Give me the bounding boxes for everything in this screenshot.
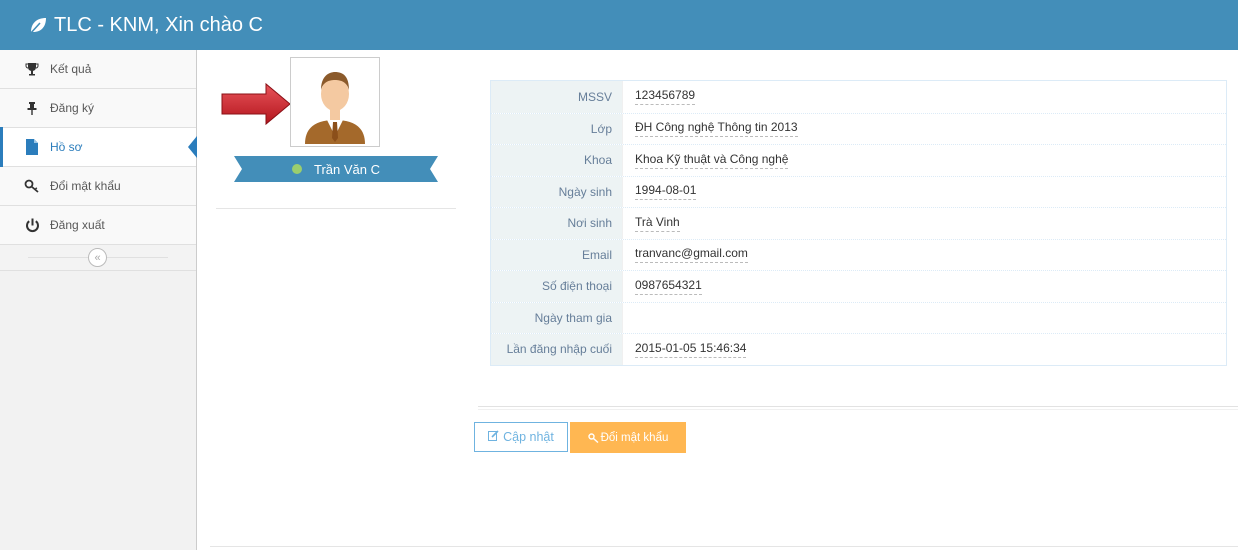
update-button[interactable]: Cập nhật xyxy=(474,422,568,452)
double-chevron-left-icon[interactable]: « xyxy=(88,248,107,267)
info-row-lan-dang-nhap-cuoi: Lần đăng nhập cuối 2015-01-05 15:46:34 xyxy=(491,333,1226,365)
change-password-button[interactable]: Đổi mật khẩu xyxy=(570,422,686,453)
sidebar-item-label: Đăng xuất xyxy=(50,218,105,232)
info-label: Email xyxy=(491,239,623,270)
main-content: Trần Văn C MSSV 123456789 Lớp ĐH Công ng… xyxy=(198,50,1238,550)
sidebar-item-label: Đổi mật khẩu xyxy=(50,179,121,193)
trophy-icon xyxy=(24,61,40,77)
top-navbar: TLC - KNM, Xin chào C xyxy=(0,0,1238,50)
info-value[interactable]: 0987654321 xyxy=(635,278,702,295)
info-row-ngay-tham-gia: Ngày tham gia xyxy=(491,301,1226,333)
edit-icon xyxy=(488,430,499,444)
info-label: Ngày tham gia xyxy=(491,302,623,333)
info-label: Lớp xyxy=(491,113,623,144)
info-row-noi-sinh: Nơi sinh Trà Vinh xyxy=(491,207,1226,239)
change-password-button-label: Đổi mật khẩu xyxy=(600,431,669,444)
info-label: Số điện thoại xyxy=(491,271,623,302)
red-arrow-icon xyxy=(221,82,291,126)
info-label: Ngày sinh xyxy=(491,176,623,207)
info-row-lop: Lớp ĐH Công nghệ Thông tin 2013 xyxy=(491,112,1226,144)
sidebar-item-ho-so[interactable]: Hồ sơ xyxy=(0,127,197,167)
key-icon xyxy=(587,432,599,443)
info-label: MSSV xyxy=(491,81,623,113)
info-label: Khoa xyxy=(491,145,623,176)
info-row-khoa: Khoa Khoa Kỹ thuật và Công nghệ xyxy=(491,144,1226,176)
info-row-ngay-sinh: Ngày sinh 1994-08-01 xyxy=(491,175,1226,207)
info-row-mssv: MSSV 123456789 xyxy=(491,81,1226,113)
user-avatar-icon xyxy=(291,58,379,146)
online-status-dot xyxy=(292,164,302,174)
sidebar-item-label: Kết quả xyxy=(50,62,92,76)
profile-name: Trần Văn C xyxy=(314,161,380,177)
update-button-label: Cập nhật xyxy=(503,430,554,444)
sidebar-item-label: Đăng ký xyxy=(50,101,95,115)
sidebar: Kết quả Đăng ký Hồ sơ Đổi mật khẩu Đăng … xyxy=(0,50,197,550)
brand-title: TLC - KNM, Xin chào C xyxy=(54,13,263,36)
info-value[interactable]: 123456789 xyxy=(635,88,696,106)
sidebar-item-ket-qua[interactable]: Kết quả xyxy=(0,50,196,89)
info-row-email: Email tranvanc@gmail.com xyxy=(491,238,1226,270)
profile-name-ribbon: Trần Văn C xyxy=(234,156,438,182)
info-label: Lần đăng nhập cuối xyxy=(491,334,623,365)
brand-link[interactable]: TLC - KNM, Xin chào C xyxy=(28,12,263,38)
sidebar-item-label: Hồ sơ xyxy=(50,140,83,154)
avatar xyxy=(290,57,380,147)
footer-divider xyxy=(210,546,1238,547)
info-value[interactable]: Khoa Kỹ thuật và Công nghệ xyxy=(635,152,789,169)
leaf-icon xyxy=(29,18,46,35)
info-row-so-dien-thoai: Số điện thoại 0987654321 xyxy=(491,270,1226,302)
file-icon xyxy=(24,139,40,155)
sidebar-item-doi-mat-khau[interactable]: Đổi mật khẩu xyxy=(0,167,196,206)
info-label: Nơi sinh xyxy=(491,208,623,239)
sidebar-item-dang-xuat[interactable]: Đăng xuất xyxy=(0,206,196,245)
info-value[interactable]: tranvanc@gmail.com xyxy=(635,246,748,264)
actions-divider xyxy=(478,406,1238,410)
power-icon xyxy=(24,217,40,233)
pushpin-icon xyxy=(24,100,40,116)
sidebar-item-dang-ky[interactable]: Đăng ký xyxy=(0,89,196,128)
profile-info-table: MSSV 123456789 Lớp ĐH Công nghệ Thông ti… xyxy=(490,80,1227,366)
key-icon xyxy=(24,178,40,194)
profile-divider xyxy=(216,208,456,209)
info-value[interactable]: 1994-08-01 xyxy=(635,183,697,201)
info-value[interactable]: 2015-01-05 15:46:34 xyxy=(635,341,747,358)
sidebar-collapse-bar: « xyxy=(0,245,196,271)
info-value[interactable]: ĐH Công nghệ Thông tin 2013 xyxy=(635,120,798,138)
info-value[interactable]: Trà Vinh xyxy=(635,215,680,232)
